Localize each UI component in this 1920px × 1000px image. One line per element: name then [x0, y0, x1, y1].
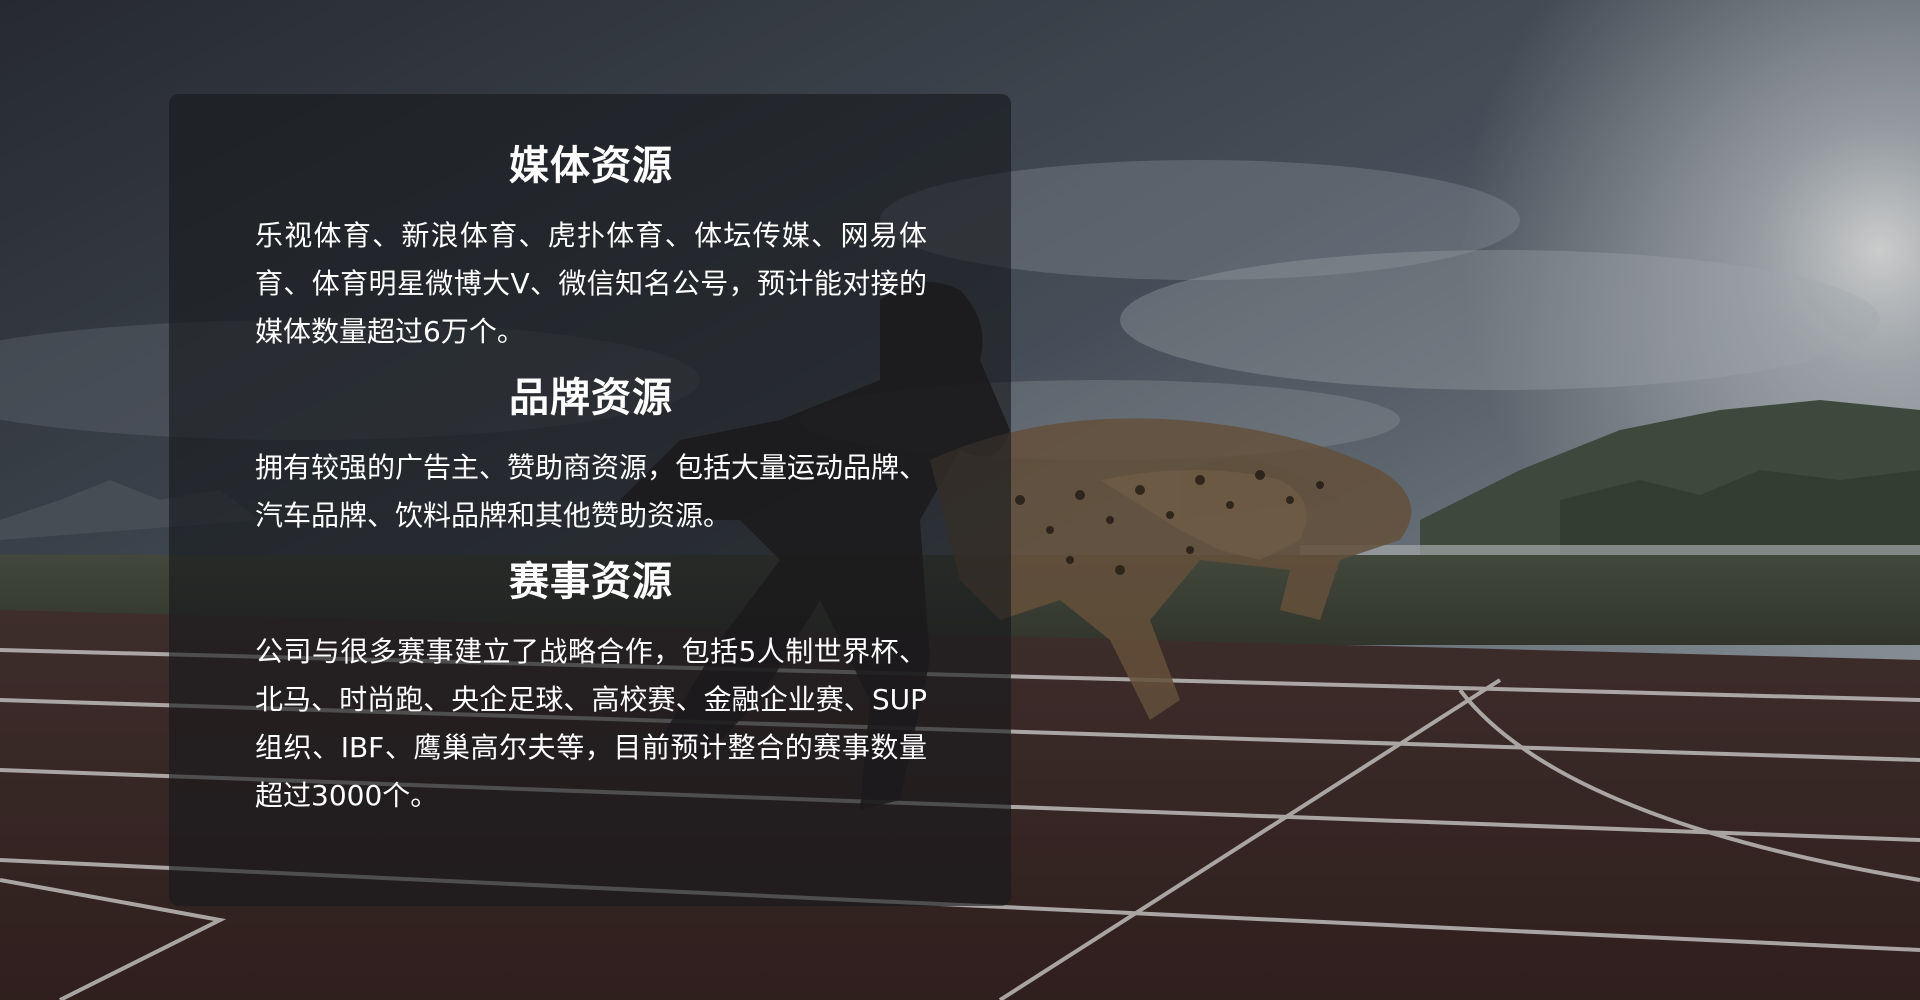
section-events: 赛事资源 公司与很多赛事建立了战略合作，包括5人制世界杯、北马、时尚跑、央企足球… — [255, 554, 927, 820]
section-body-media: 乐视体育、新浪体育、虎扑体育、体坛传媒、网易体育、体育明星微博大V、微信知名公号… — [255, 219, 927, 348]
section-body-brand: 拥有较强的广告主、赞助商资源，包括大量运动品牌、汽车品牌、饮料品牌和其他赞助资源… — [255, 451, 928, 532]
section-title-media: 媒体资源 — [509, 143, 673, 189]
section-brand: 品牌资源 拥有较强的广告主、赞助商资源，包括大量运动品牌、汽车品牌、饮料品牌和其… — [255, 370, 927, 540]
section-media: 媒体资源 乐视体育、新浪体育、虎扑体育、体坛传媒、网易体育、体育明星微博大V、微… — [255, 138, 927, 356]
section-body-events: 公司与很多赛事建立了战略合作，包括5人制世界杯、北马、时尚跑、央企足球、高校赛、… — [255, 635, 927, 812]
section-title-events: 赛事资源 — [509, 559, 673, 605]
page: 媒体资源 乐视体育、新浪体育、虎扑体育、体坛传媒、网易体育、体育明星微博大V、微… — [0, 0, 1920, 1000]
section-title-brand: 品牌资源 — [509, 375, 673, 421]
resources-panel: 媒体资源 乐视体育、新浪体育、虎扑体育、体坛传媒、网易体育、体育明星微博大V、微… — [169, 94, 1011, 906]
